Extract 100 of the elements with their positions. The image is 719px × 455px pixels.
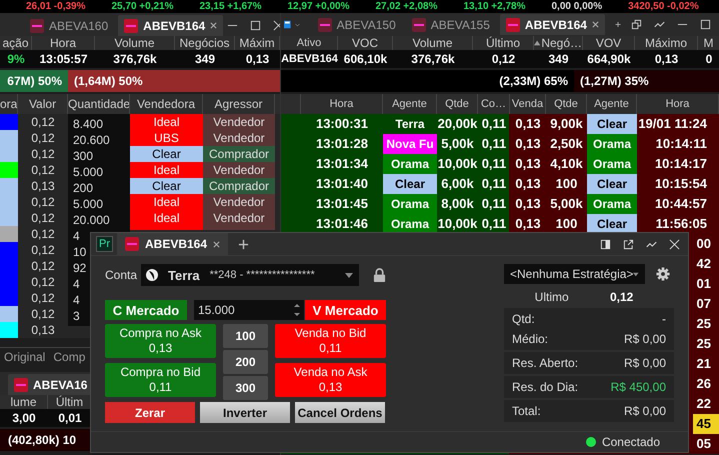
close-icon[interactable] bbox=[210, 22, 218, 29]
settings-icon[interactable] bbox=[656, 267, 670, 281]
strategy-dropdown[interactable]: <Nenhuma Estratégia> bbox=[504, 264, 645, 284]
broker-cell: Orama bbox=[383, 194, 437, 214]
logo-icon bbox=[318, 18, 332, 32]
asset-tab[interactable]: ABEVB164 bbox=[118, 15, 224, 36]
logo-icon bbox=[14, 378, 28, 392]
broker-cell: Ideal bbox=[130, 210, 203, 230]
asset-tab[interactable]: ABEVA16 bbox=[8, 374, 92, 395]
table-cell-text: 0,13 bbox=[514, 215, 542, 233]
table-cell-text: 21 bbox=[696, 355, 712, 373]
account-dropdown[interactable]: Terra **248 - **************** bbox=[141, 264, 359, 286]
sell-pressure-bar: (1,64M) 50% bbox=[68, 70, 280, 92]
logo-icon bbox=[125, 237, 139, 251]
table-cell-text: 0,12 bbox=[30, 226, 56, 243]
asset-tab[interactable]: ABEVA160 bbox=[24, 15, 114, 36]
lock-icon[interactable] bbox=[373, 268, 386, 282]
table-cell-text: 10:15:54 bbox=[654, 175, 708, 193]
table-cell-text: 10:14:11 bbox=[654, 135, 708, 153]
quantity-button[interactable]: 200 bbox=[223, 350, 268, 374]
position-value: R$ 450,00 bbox=[610, 379, 666, 396]
quote-value: 0,01 bbox=[57, 410, 83, 427]
view-tab[interactable]: Comp bbox=[53, 350, 86, 366]
ticker-quote: 13,10 +2,78% bbox=[464, 0, 526, 13]
chart-icon[interactable] bbox=[654, 19, 665, 30]
table-cell-text: 5,00k bbox=[440, 135, 475, 153]
sell-button[interactable]: Venda no Bid 0,11 bbox=[275, 324, 386, 358]
asset-tab[interactable]: ABEVA150 bbox=[312, 14, 402, 35]
panel-icon[interactable] bbox=[600, 239, 611, 250]
table-cell-text: 0,12 bbox=[30, 162, 56, 179]
logo-icon bbox=[30, 18, 44, 32]
buy-market-button[interactable]: C Mercado bbox=[105, 300, 187, 320]
ticker-quote: 12,97 +0,00% bbox=[288, 0, 350, 13]
action-button[interactable]: Cancel Ordens bbox=[295, 402, 385, 423]
ticker-quote: 25,70 +0,21% bbox=[112, 0, 174, 13]
view-tab[interactable]: Original bbox=[4, 350, 46, 366]
spinner-icon[interactable] bbox=[294, 303, 300, 317]
table-cell-text: 0,12 bbox=[30, 210, 56, 227]
quote-value: 0,12 bbox=[490, 51, 516, 68]
quantity-button[interactable]: 300 bbox=[223, 376, 268, 400]
column-header: Negó… bbox=[541, 36, 582, 50]
position-label: Res. do Dia: bbox=[512, 379, 578, 396]
sell-button[interactable]: Venda no Ask 0,13 bbox=[275, 363, 386, 397]
buy-button[interactable]: Compra no Ask 0,13 bbox=[105, 324, 216, 358]
quantity-button[interactable]: 100 bbox=[223, 324, 268, 348]
close-icon[interactable] bbox=[592, 21, 599, 28]
action-button[interactable]: Zerar bbox=[105, 402, 195, 423]
table-cell-text: 10:44:57 bbox=[654, 195, 708, 213]
quote-value: 3,00 bbox=[11, 410, 37, 427]
quantity-field[interactable]: 15.000 bbox=[194, 300, 304, 320]
last-price-label: Ultimo bbox=[534, 290, 569, 306]
table-cell-text: 13:01:40 bbox=[314, 175, 370, 193]
asset-tab[interactable]: ABEVB164 bbox=[500, 14, 605, 35]
buy-button[interactable]: Compra no Bid 0,11 bbox=[105, 363, 216, 397]
action-button[interactable]: Inverter bbox=[200, 402, 290, 423]
app-badge[interactable]: Pr bbox=[96, 236, 113, 252]
quote-value: 664,90k bbox=[586, 51, 632, 68]
broker-cell: Orama bbox=[587, 194, 637, 214]
table-cell-text: 0,11 bbox=[480, 175, 508, 193]
table-cell-text: 0,13 bbox=[514, 135, 542, 153]
close-icon[interactable] bbox=[213, 240, 220, 248]
ticker-quote: 26,01 -0,39% bbox=[26, 0, 86, 13]
plus-icon[interactable] bbox=[238, 238, 250, 250]
sell-market-button[interactable]: V Mercado bbox=[305, 300, 386, 320]
table-cell-text: 0,13 bbox=[514, 195, 542, 213]
position-value: - bbox=[662, 311, 666, 328]
table-cell-text: 0,11 bbox=[480, 115, 508, 133]
table-cell-text: 13:01:28 bbox=[314, 135, 370, 153]
position-value: R$ 0,00 bbox=[624, 355, 666, 372]
broker-cell: Orama bbox=[587, 134, 637, 154]
popout-icon[interactable] bbox=[623, 239, 634, 250]
chart-icon[interactable] bbox=[646, 239, 657, 250]
table-cell-text: 13:01:34 bbox=[314, 155, 370, 173]
maximize-icon[interactable] bbox=[700, 19, 711, 30]
buy-pressure-bar: 67M) 50% bbox=[0, 70, 68, 92]
table-cell-text: 8,00k bbox=[440, 195, 475, 213]
chevron-icon[interactable] bbox=[294, 22, 300, 28]
plus-icon[interactable] bbox=[614, 19, 621, 30]
ticker-quote: 27,02 +2,08% bbox=[376, 0, 438, 13]
table-cell-text: 10,00k bbox=[437, 215, 478, 233]
quote-value: 376,76k bbox=[410, 51, 456, 68]
table-cell-text: 01 bbox=[696, 275, 712, 293]
sort-icon[interactable] bbox=[534, 40, 540, 46]
asset-tab[interactable]: ABEVA155 bbox=[406, 14, 496, 35]
position-label: Total: bbox=[512, 403, 541, 420]
table-cell-text: 10:14:17 bbox=[654, 155, 708, 173]
ticker-quote: 3420,50 -0,02% bbox=[628, 0, 699, 13]
table-cell-text: 13:01:45 bbox=[314, 195, 370, 213]
table-cell-text: 0,13 bbox=[30, 178, 56, 195]
table-cell-text: 0,12 bbox=[30, 114, 56, 131]
quote-value: 0,13 bbox=[654, 51, 680, 68]
logo-icon bbox=[124, 18, 138, 32]
aggressor-cell: Vendedor bbox=[203, 210, 275, 230]
table-cell-text: 0,12 bbox=[30, 274, 56, 291]
tab-label: ABEVA155 bbox=[430, 18, 490, 32]
asset-tab[interactable]: ABEVB164 bbox=[117, 233, 228, 255]
account-number: **248 - **************** bbox=[210, 269, 315, 281]
tab-label: ABEVB164 bbox=[524, 18, 587, 32]
restore-icon[interactable] bbox=[631, 19, 642, 30]
maximize-icon[interactable] bbox=[250, 20, 262, 31]
